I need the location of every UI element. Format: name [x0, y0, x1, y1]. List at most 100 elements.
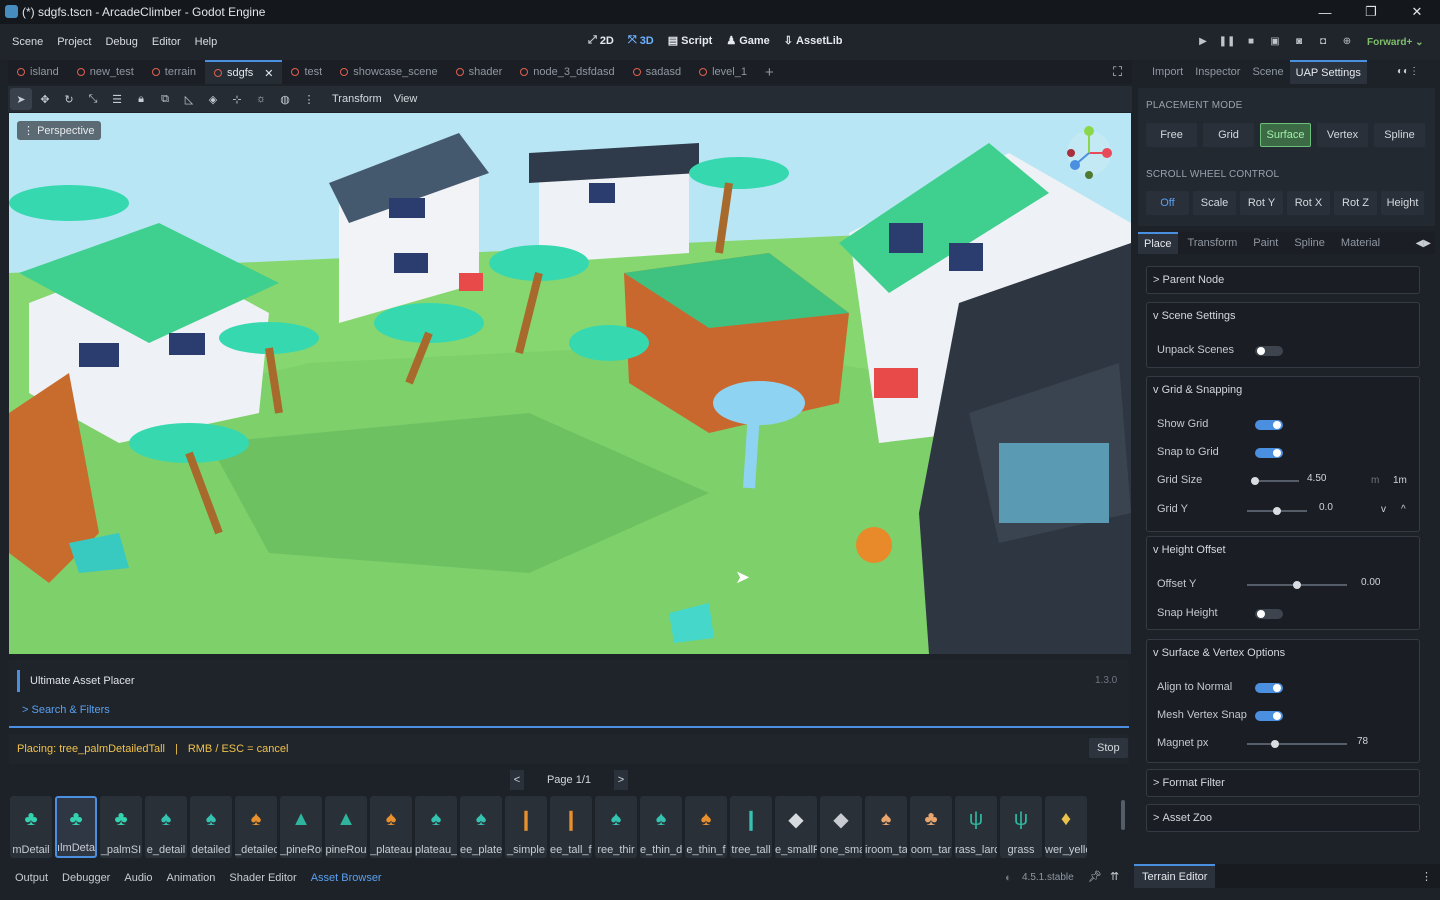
scroll-height-button[interactable]: Height	[1381, 191, 1424, 215]
pause-icon[interactable]: ❚❚	[1216, 30, 1238, 52]
scroll-scale-button[interactable]: Scale	[1193, 191, 1236, 215]
lock-icon[interactable]: 🔒︎	[130, 88, 152, 110]
asset-zoo-section[interactable]: > Asset Zoo	[1146, 804, 1420, 832]
menu-debug[interactable]: Debug	[105, 36, 137, 48]
dock-tab-import[interactable]: Import	[1146, 60, 1189, 84]
grid-y-down-button[interactable]: v	[1381, 504, 1386, 515]
asset-tile[interactable]: ♠ ee_plate	[460, 796, 502, 858]
stop-button[interactable]: Stop	[1089, 738, 1128, 758]
scroll-roty-button[interactable]: Rot Y	[1240, 191, 1283, 215]
asset-tile[interactable]: ♠ ree_thir	[595, 796, 637, 858]
snap-grid-toggle[interactable]	[1255, 448, 1283, 458]
environment-icon[interactable]: ◍	[274, 88, 296, 110]
close-tab-icon[interactable]: ✕	[264, 67, 273, 80]
placement-vertex-button[interactable]: Vertex	[1317, 123, 1368, 147]
scroll-rotz-button[interactable]: Rot Z	[1334, 191, 1377, 215]
dock-tab-uap-settings[interactable]: UAP Settings	[1289, 60, 1367, 84]
terrain-editor-tab[interactable]: Terrain Editor	[1134, 864, 1216, 888]
play-custom-icon[interactable]: ◘	[1312, 30, 1334, 52]
tab-asset-browser[interactable]: Asset Browser	[311, 872, 382, 884]
height-offset-header[interactable]: v Height Offset	[1147, 537, 1419, 563]
asset-tile[interactable]: ▲ _pineRou	[280, 796, 322, 858]
asset-tile[interactable]: ❙ tree_tall	[730, 796, 772, 858]
transform-menu[interactable]: Transform	[332, 93, 382, 105]
placement-surface-button[interactable]: Surface	[1260, 123, 1311, 147]
placement-free-button[interactable]: Free	[1146, 123, 1197, 147]
scroll-off-button[interactable]: Off	[1146, 191, 1189, 215]
unpack-scenes-toggle[interactable]	[1255, 346, 1283, 356]
asset-tile[interactable]: ♣ _palmSI	[100, 796, 142, 858]
mesh-vertex-snap-toggle[interactable]	[1255, 711, 1283, 721]
scene-tab-sdgfs[interactable]: sdgfs ✕	[204, 60, 283, 84]
grid-y-slider[interactable]	[1247, 507, 1307, 515]
asset-tile[interactable]: ♠ plateau_	[415, 796, 457, 858]
tab-debugger[interactable]: Debugger	[62, 872, 110, 884]
grid-size-preset[interactable]: 1m	[1393, 475, 1407, 486]
placement-spline-button[interactable]: Spline	[1374, 123, 1425, 147]
placement-grid-button[interactable]: Grid	[1203, 123, 1254, 147]
subtab-place[interactable]: Place	[1138, 232, 1178, 254]
group-icon[interactable]: ⧉	[154, 88, 176, 110]
asset-tile[interactable]: ♠ e_thin_f	[685, 796, 727, 858]
list-select-icon[interactable]: ☰	[106, 88, 128, 110]
asset-tile[interactable]: ❙ ee_tall_fi	[550, 796, 592, 858]
scene-settings-header[interactable]: v Scene Settings	[1147, 303, 1419, 329]
play-icon[interactable]: ▶	[1192, 30, 1214, 52]
add-tab-icon[interactable]: +	[756, 60, 783, 84]
asset-tile[interactable]: ♠ e_detail	[145, 796, 187, 858]
prev-page-button[interactable]: <	[510, 770, 524, 790]
snap-height-toggle[interactable]	[1255, 609, 1283, 619]
movie-maker-icon[interactable]: ⊕	[1336, 30, 1358, 52]
asset-tile[interactable]: ♠ _plateau	[370, 796, 412, 858]
offset-y-slider[interactable]	[1247, 581, 1347, 589]
asset-tile[interactable]: ▲ pineRou	[325, 796, 367, 858]
terrain-options-icon[interactable]: ⋮	[1421, 870, 1432, 883]
dock-tab-scene[interactable]: Scene	[1246, 60, 1289, 84]
distraction-free-icon[interactable]: ⛶	[1113, 64, 1122, 80]
mode-assetlib-button[interactable]: ⇩ AssetLib	[784, 34, 843, 48]
maximize-icon[interactable]: ❐	[1348, 0, 1394, 24]
align-normal-toggle[interactable]	[1255, 683, 1283, 693]
more-icon[interactable]: ⋮	[298, 88, 320, 110]
asset-tile[interactable]: ◆ e_smallF	[775, 796, 817, 858]
menu-project[interactable]: Project	[57, 36, 91, 48]
play-scene-icon[interactable]: ◙	[1288, 30, 1310, 52]
asset-tile[interactable]: ♣ mDetail	[10, 796, 52, 858]
tab-output[interactable]: Output	[15, 872, 48, 884]
minimize-icon[interactable]: —	[1302, 0, 1348, 24]
asset-tile[interactable]: ♠ e_thin_d	[640, 796, 682, 858]
mode-game-button[interactable]: ♟ Game	[726, 34, 769, 48]
asset-tile[interactable]: ♠ iroom_ta	[865, 796, 907, 858]
grid-size-value[interactable]: 4.50	[1307, 473, 1326, 484]
tab-animation[interactable]: Animation	[167, 872, 216, 884]
expand-panel-icon[interactable]: ⇈	[1110, 870, 1119, 883]
grid-snapping-header[interactable]: v Grid & Snapping	[1147, 377, 1419, 403]
dock-options-icon[interactable]: ◐◐⋮	[1397, 66, 1419, 77]
asset-tile[interactable]: ψ grass	[1000, 796, 1042, 858]
select-tool-icon[interactable]: ➤	[10, 88, 32, 110]
mode-script-button[interactable]: ▤ Script	[668, 34, 713, 48]
view-menu[interactable]: View	[394, 93, 418, 105]
magnet-px-slider[interactable]	[1247, 740, 1347, 748]
subtab-paint[interactable]: Paint	[1247, 232, 1284, 254]
grid-y-up-button[interactable]: ^	[1401, 504, 1406, 515]
asset-tile[interactable]: ♣ ılmDeta	[55, 796, 97, 858]
asset-tile[interactable]: ♦ wer_yellc	[1045, 796, 1087, 858]
stop-icon[interactable]: ■	[1240, 30, 1262, 52]
pin-icon[interactable]: 📌︎	[1088, 870, 1102, 883]
local-space-icon[interactable]: ◈	[202, 88, 224, 110]
remote-debug-icon[interactable]: ▣	[1264, 30, 1286, 52]
asset-tile[interactable]: ◆ one_sma	[820, 796, 862, 858]
mode-2d-button[interactable]: ⤢ 2D	[588, 34, 614, 47]
mode-3d-button[interactable]: ⤧ 3D	[628, 34, 654, 47]
asset-tile[interactable]: ♠ _detailec	[235, 796, 277, 858]
ruler-icon[interactable]: ◺	[178, 88, 200, 110]
scene-tab-test[interactable]: test	[282, 60, 331, 84]
asset-tile[interactable]: ψ rass_larc	[955, 796, 997, 858]
search-filters-toggle[interactable]: > Search & Filters	[22, 704, 110, 716]
scene-tab-new-test[interactable]: new_test	[68, 60, 143, 84]
asset-scrollbar[interactable]	[1121, 800, 1125, 830]
grid-size-slider[interactable]	[1251, 477, 1299, 485]
move-tool-icon[interactable]: ✥	[34, 88, 56, 110]
rotate-tool-icon[interactable]: ↻	[58, 88, 80, 110]
